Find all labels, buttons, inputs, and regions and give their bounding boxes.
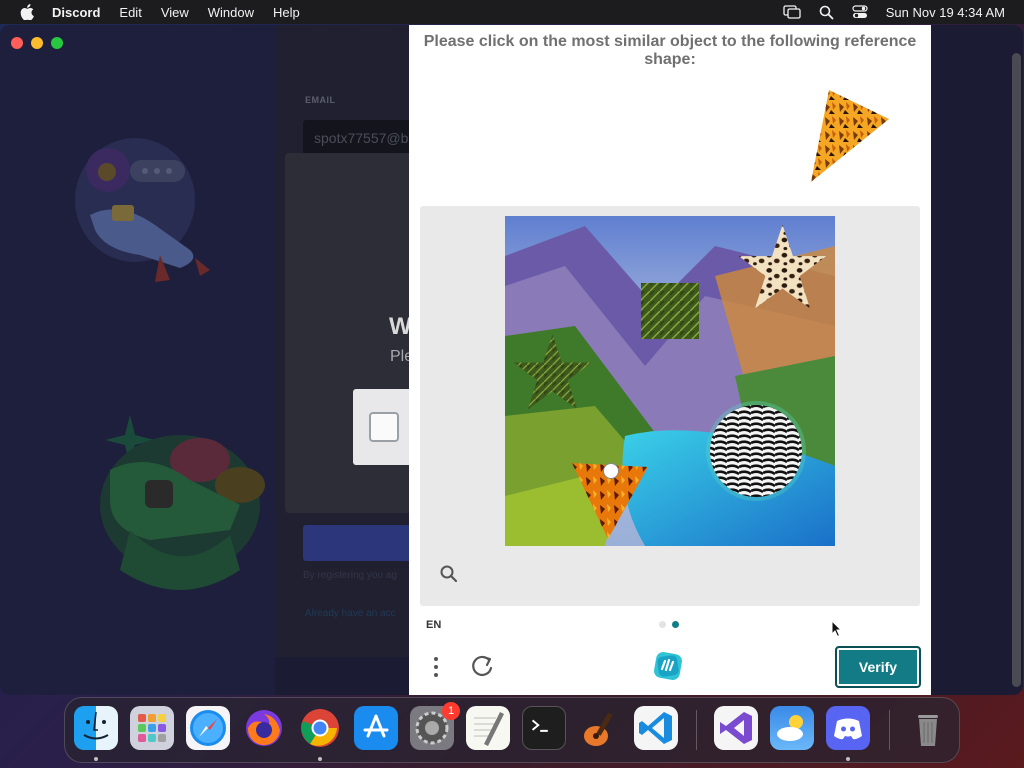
chrome-running-indicator (318, 757, 322, 761)
menu-view[interactable]: View (161, 5, 189, 20)
hcaptcha-challenge: Please click on the most similar object … (409, 25, 931, 695)
shape-star-leopard[interactable] (735, 221, 830, 316)
email-label: EMAIL (305, 95, 336, 105)
selection-marker (603, 463, 619, 479)
discord-icon[interactable] (826, 706, 870, 750)
more-options-icon[interactable] (431, 655, 441, 679)
reference-shape (811, 90, 889, 182)
page-dot-2 (672, 621, 679, 628)
terminal-icon[interactable] (522, 706, 566, 750)
launchpad-icon[interactable] (130, 706, 174, 750)
captcha-checkbox[interactable] (369, 412, 399, 442)
menu-edit[interactable]: Edit (119, 5, 141, 20)
finder-running-indicator (94, 757, 98, 761)
hcaptcha-logo-icon (654, 652, 682, 680)
apple-menu-icon[interactable] (20, 4, 34, 20)
challenge-image[interactable] (505, 216, 835, 546)
menubar-clock[interactable]: Sun Nov 19 4:34 AM (886, 5, 1005, 20)
control-center-icon[interactable] (852, 5, 868, 19)
monster-illustration (100, 415, 265, 590)
refresh-icon[interactable] (469, 653, 495, 679)
chrome-icon[interactable] (298, 706, 342, 750)
page-dot-1 (659, 621, 666, 628)
login-button[interactable] (303, 525, 423, 561)
notification-badge: 1 (442, 702, 460, 720)
dock-separator (696, 710, 697, 750)
visual-studio-icon[interactable] (714, 706, 758, 750)
email-field[interactable]: spotx77557@b (303, 120, 423, 156)
menu-window[interactable]: Window (208, 5, 254, 20)
safari-icon[interactable] (186, 706, 230, 750)
weather-icon[interactable] (770, 706, 814, 750)
app-store-icon[interactable] (354, 706, 398, 750)
textedit-icon[interactable] (466, 706, 510, 750)
challenge-prompt: Please click on the most similar object … (423, 33, 917, 68)
vscode-icon[interactable] (634, 706, 678, 750)
spotlight-search-icon[interactable] (819, 5, 834, 20)
close-window-button[interactable] (11, 37, 23, 49)
menu-help[interactable]: Help (273, 5, 300, 20)
discord-running-indicator (846, 757, 850, 761)
existing-account-link[interactable]: Already have an acc (305, 608, 396, 619)
challenge-pager (659, 621, 679, 628)
terms-text: By registering you ag (303, 570, 397, 581)
finder-icon[interactable] (74, 706, 118, 750)
language-selector[interactable]: EN (426, 619, 441, 631)
zoom-icon[interactable] (439, 564, 459, 584)
character-illustration (75, 138, 210, 282)
dock: 1 (64, 697, 960, 763)
firefox-icon[interactable] (242, 706, 286, 750)
mouse-cursor-icon (831, 620, 843, 638)
shape-circle-zebra[interactable] (703, 398, 809, 504)
task-area (420, 206, 920, 606)
shape-square-grass[interactable] (640, 281, 700, 341)
screen-mirroring-icon[interactable] (783, 5, 801, 19)
garageband-icon[interactable] (578, 706, 622, 750)
verify-button[interactable]: Verify (835, 646, 921, 688)
window-scrollbar[interactable] (1012, 53, 1021, 687)
menu-bar: Discord Edit View Window Help Sun Nov 19… (0, 0, 1024, 24)
trash-icon[interactable] (906, 706, 950, 750)
zoom-window-button[interactable] (51, 37, 63, 49)
shape-star-grass[interactable] (510, 331, 595, 416)
minimize-window-button[interactable] (31, 37, 43, 49)
app-name-menu[interactable]: Discord (52, 5, 100, 20)
dock-separator-trash (889, 710, 890, 750)
